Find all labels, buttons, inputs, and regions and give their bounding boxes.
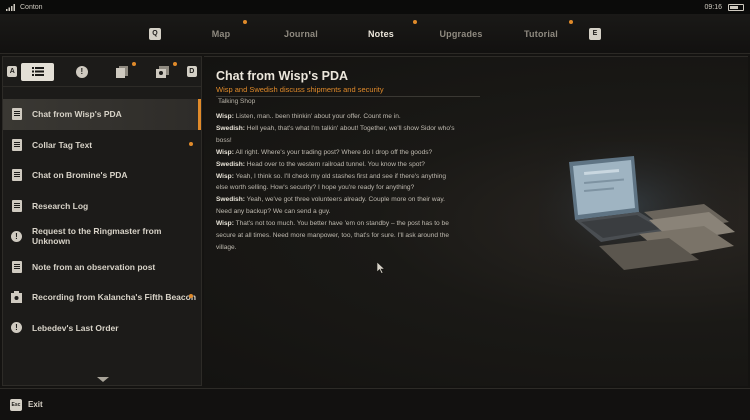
speaker-name: Swedish:	[216, 196, 245, 204]
dialogue-line: Wisp: Listen, man.. been thinkin' about …	[216, 111, 456, 123]
tab-tutorial[interactable]: Tutorial	[501, 19, 581, 39]
dialogue-text: Listen, man.. been thinkin' about your o…	[233, 113, 401, 120]
tab-label: Map	[211, 28, 231, 39]
next-tab-key[interactable]: E	[589, 27, 601, 40]
list-item-label: Request to the Ringmaster from Unknown	[32, 226, 162, 247]
list-item[interactable]: Research Log	[3, 191, 201, 222]
dialogue-text: Head over to the western railroad tunnel…	[244, 160, 425, 168]
list-item-label: Research Log	[32, 200, 89, 211]
list-item-label: Recording from Kalancha's Fifth Beacon	[32, 292, 197, 303]
dialogue-text: That's not too much. You better have 'em…	[216, 220, 450, 251]
dialogue-line: Wisp: All right. Where's your trading po…	[216, 147, 456, 159]
list-item[interactable]: Chat from Wisp's PDA	[3, 99, 201, 130]
prev-filter-key[interactable]: A	[7, 66, 18, 77]
battery-icon	[728, 3, 744, 11]
dialogue-line: Wisp: That's not too much. You better ha…	[216, 218, 456, 254]
notes-stack-icon	[116, 65, 129, 78]
speaker-name: Swedish:	[216, 160, 245, 168]
new-indicator-icon	[243, 19, 247, 24]
new-indicator-icon	[132, 61, 137, 66]
alert-icon: !	[11, 322, 22, 334]
list-item[interactable]: Note from an observation post	[3, 252, 201, 283]
list-item-label: Collar Tag Text	[32, 139, 93, 150]
filter-important-button[interactable]: !	[66, 63, 98, 81]
speaker-name: Swedish:	[216, 124, 245, 132]
clock: 09:16	[704, 3, 722, 11]
list-item[interactable]: Recording from Kalancha's Fifth Beacon	[3, 282, 201, 313]
new-indicator-icon	[189, 294, 193, 298]
notes-list: Chat from Wisp's PDA Collar Tag Text Cha…	[3, 87, 201, 343]
note-subtitle: Wisp and Swedish discuss shipments and s…	[216, 85, 384, 94]
status-bar: Conton 09:16	[0, 0, 750, 14]
tab-map[interactable]: Map	[181, 19, 261, 39]
mouse-cursor-icon	[377, 262, 386, 274]
tab-notes[interactable]: Notes	[341, 19, 421, 39]
exit-button[interactable]: Exit	[28, 400, 43, 409]
photos-icon	[155, 65, 169, 78]
list-item[interactable]: ! Request to the Ringmaster from Unknown	[3, 221, 201, 252]
document-icon	[11, 138, 22, 151]
note-dialogue: Wisp: Listen, man.. been thinkin' about …	[216, 111, 456, 254]
new-indicator-icon	[569, 19, 573, 24]
list-item-label: Chat on Bromine's PDA	[32, 170, 128, 181]
tab-label: Notes	[367, 28, 394, 39]
document-icon	[11, 169, 22, 182]
dialogue-text: Yeah, I think so. I'll check my old stas…	[216, 172, 447, 192]
note-detail-panel: Chat from Wisp's PDA Wisp and Swedish di…	[204, 56, 748, 386]
document-icon	[11, 260, 22, 273]
tab-label: Tutorial	[524, 28, 558, 39]
signal-icon	[6, 3, 15, 11]
tab-label: Journal	[284, 28, 318, 39]
new-indicator-icon	[413, 19, 417, 24]
recording-icon	[11, 291, 22, 304]
tab-upgrades[interactable]: Upgrades	[421, 29, 501, 39]
list-item[interactable]: ! Lebedev's Last Order	[3, 313, 201, 344]
document-icon	[11, 108, 22, 121]
prev-tab-key[interactable]: Q	[149, 27, 161, 40]
tab-journal[interactable]: Journal	[261, 29, 341, 39]
speaker-name: Wisp:	[216, 113, 234, 120]
alert-icon: !	[11, 230, 22, 242]
laptop-illustration	[539, 142, 739, 282]
filter-all-button[interactable]	[21, 62, 54, 81]
main-navigation: Q Map Journal Notes Upgrades Tutorial E	[0, 14, 750, 54]
list-item[interactable]: Collar Tag Text	[3, 130, 201, 161]
speaker-name: Wisp:	[216, 148, 234, 156]
speaker-name: Wisp:	[216, 172, 234, 180]
divider	[216, 96, 480, 97]
new-indicator-icon	[189, 141, 193, 146]
dialogue-line: Swedish: Yeah, we've got three volunteer…	[216, 194, 456, 218]
alert-icon: !	[75, 65, 88, 78]
speaker-name: Wisp:	[216, 220, 234, 228]
filter-notes-button[interactable]	[106, 61, 138, 81]
filter-bar: A ! D	[3, 57, 201, 87]
dialogue-line: Swedish: Hell yeah, that's what I'm talk…	[216, 123, 456, 147]
dialogue-line: Wisp: Yeah, I think so. I'll check my ol…	[216, 171, 456, 195]
list-item-label: Lebedev's Last Order	[32, 322, 119, 333]
filter-photos-button[interactable]	[146, 61, 178, 81]
esc-key[interactable]: Esc	[10, 398, 22, 411]
carrier-name: Conton	[20, 3, 43, 11]
list-icon	[31, 67, 44, 76]
carrier-info: Conton	[6, 3, 43, 11]
new-indicator-icon	[172, 61, 177, 66]
notes-list-panel: A ! D Chat from Wisp's PDA Collar Tag Te…	[2, 56, 202, 386]
note-title: Chat from Wisp's PDA	[216, 69, 349, 83]
next-filter-key[interactable]: D	[186, 66, 197, 77]
list-item-label: Note from an observation post	[32, 261, 156, 272]
list-item-label: Chat from Wisp's PDA	[32, 109, 122, 120]
tab-label: Upgrades	[439, 28, 483, 39]
note-section-label: Talking Shop	[218, 98, 256, 105]
dialogue-text: Hell yeah, that's what I'm talkin' about…	[216, 124, 455, 144]
dialogue-line: Swedish: Head over to the western railro…	[216, 159, 456, 171]
document-icon	[11, 199, 22, 212]
scroll-down-arrow-icon[interactable]	[97, 377, 109, 382]
dialogue-text: All right. Where's your trading post? Wh…	[233, 148, 433, 156]
dialogue-text: Yeah, we've got three volunteers already…	[216, 196, 445, 216]
bottom-bar: Esc Exit	[0, 388, 750, 420]
list-item[interactable]: Chat on Bromine's PDA	[3, 160, 201, 191]
